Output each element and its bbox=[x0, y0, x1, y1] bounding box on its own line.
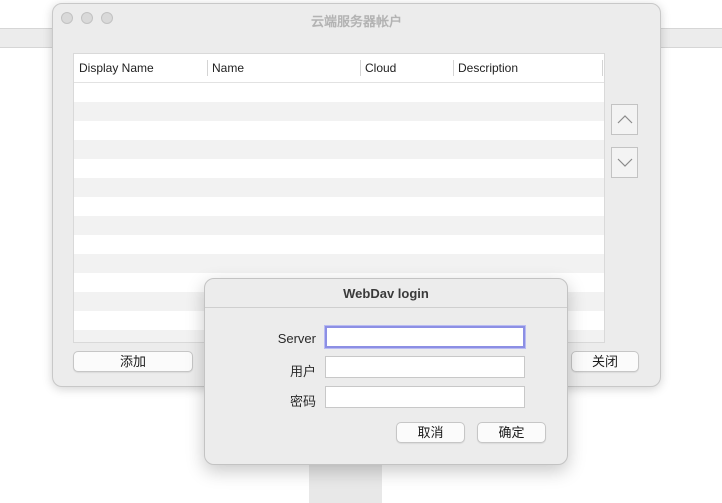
chevron-up-icon bbox=[617, 115, 633, 124]
table-row[interactable] bbox=[74, 83, 604, 102]
table-row[interactable] bbox=[74, 102, 604, 121]
table-row[interactable] bbox=[74, 216, 604, 235]
column-header-cloud[interactable]: Cloud bbox=[360, 54, 453, 82]
table-row[interactable] bbox=[74, 121, 604, 140]
server-input[interactable] bbox=[325, 326, 525, 348]
move-up-button[interactable] bbox=[611, 104, 638, 135]
table-row[interactable] bbox=[74, 178, 604, 197]
column-separator bbox=[602, 60, 603, 76]
password-label: 密码 bbox=[289, 394, 316, 409]
column-header-name[interactable]: Name bbox=[207, 54, 360, 82]
background-pedestal bbox=[309, 460, 382, 503]
window-title: 云端服务器帐户 bbox=[310, 14, 402, 29]
column-header-description[interactable]: Description bbox=[453, 54, 602, 82]
user-input[interactable] bbox=[325, 356, 525, 378]
dialog-title: WebDav login bbox=[343, 286, 429, 301]
table-row[interactable] bbox=[74, 159, 604, 178]
move-down-button[interactable] bbox=[611, 147, 638, 178]
column-header-display-name[interactable]: Display Name bbox=[74, 54, 207, 82]
chevron-down-icon bbox=[617, 158, 633, 167]
password-input[interactable] bbox=[325, 386, 525, 408]
dialog-titlebar[interactable]: WebDav login bbox=[205, 279, 567, 308]
window-titlebar[interactable]: 云端服务器帐户 bbox=[53, 4, 660, 32]
table-row[interactable] bbox=[74, 235, 604, 254]
ok-button[interactable]: 确定 bbox=[477, 422, 546, 443]
user-label: 用户 bbox=[289, 364, 316, 379]
server-label: Server bbox=[277, 331, 316, 346]
table-header: Display Name Name Cloud Description bbox=[74, 54, 604, 83]
add-button[interactable]: 添加 bbox=[73, 351, 193, 372]
table-row[interactable] bbox=[74, 140, 604, 159]
close-button[interactable]: 关闭 bbox=[571, 351, 639, 372]
table-row[interactable] bbox=[74, 254, 604, 273]
table-row[interactable] bbox=[74, 197, 604, 216]
cancel-button[interactable]: 取消 bbox=[396, 422, 465, 443]
webdav-login-dialog: WebDav login Server 用户 密码 取消 确定 bbox=[204, 278, 568, 465]
